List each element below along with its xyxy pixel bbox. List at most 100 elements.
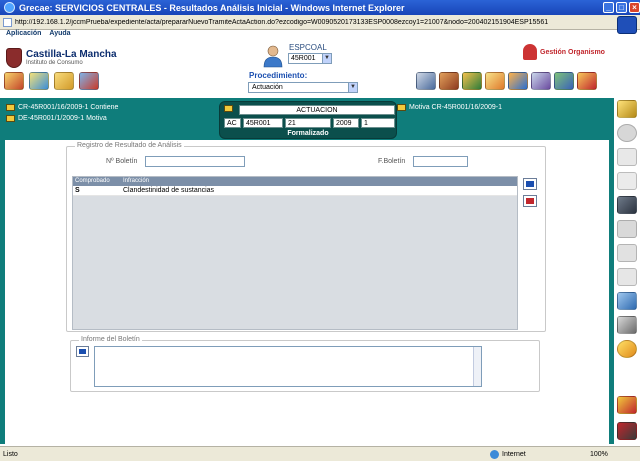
- gestion-organismo-label: Gestión Organismo: [540, 48, 605, 56]
- minimize-button[interactable]: _: [603, 2, 614, 13]
- folder-icon[interactable]: [54, 72, 74, 90]
- cell-infraccion: Clandestinidad de sustancias: [123, 187, 215, 194]
- edit-icon: [79, 349, 86, 354]
- espcoal-label: ESPCOAL: [289, 43, 327, 52]
- info-icon[interactable]: [617, 16, 637, 34]
- actuacion-code-cell: 45R001: [243, 118, 283, 128]
- context-contiene-text: CR-45R001/16/2009-1 Contiene: [18, 104, 119, 111]
- fecha-boletin-input[interactable]: [413, 156, 468, 167]
- globe-icon[interactable]: [508, 72, 528, 90]
- brand-name: Castilla-La Mancha: [26, 49, 117, 60]
- printer-text-icon[interactable]: [617, 316, 637, 334]
- zone-text: Internet: [502, 450, 526, 458]
- address-bar[interactable]: http://192.168.1.2/jccmPrueba/expediente…: [0, 15, 640, 30]
- globe-icon: [490, 449, 499, 459]
- folder-icon: [397, 104, 406, 111]
- note-icon[interactable]: [485, 72, 505, 90]
- back-icon[interactable]: [617, 124, 637, 142]
- status-text: Listo: [3, 450, 18, 458]
- sun-icon[interactable]: [617, 340, 637, 358]
- column-infraccion[interactable]: Infracción: [121, 177, 517, 186]
- new-document-icon[interactable]: [617, 148, 637, 166]
- save-icon[interactable]: [617, 196, 637, 214]
- add-row-button[interactable]: [523, 178, 537, 190]
- security-zone: Internet: [490, 449, 590, 459]
- organization-icon: [523, 44, 537, 60]
- gestion-organismo-link[interactable]: Gestión Organismo: [523, 44, 605, 60]
- close-window-button[interactable]: ×: [629, 2, 640, 13]
- menu-item-aplicacion[interactable]: Aplicación: [6, 30, 41, 40]
- ie-browser-icon: [4, 2, 15, 13]
- copy-icon[interactable]: [617, 172, 637, 190]
- actuacion-type-cell: AC: [224, 118, 241, 128]
- page-icon: [3, 17, 12, 27]
- procedimiento-selected-value: Actuación: [252, 84, 283, 91]
- remove-row-button[interactable]: [523, 195, 537, 207]
- documents-stack-icon[interactable]: [462, 72, 482, 90]
- app-menu-bar: Aplicación Ayuda: [0, 30, 640, 40]
- address-url[interactable]: http://192.168.1.2/jccmPrueba/expediente…: [15, 19, 548, 26]
- remove-row-icon: [526, 198, 534, 204]
- app-header: Castilla-La Mancha Instituto de Consumo …: [0, 40, 614, 98]
- actuacion-year-cell: 2009: [333, 118, 359, 128]
- tools-icon[interactable]: [554, 72, 574, 90]
- boletin-input[interactable]: [145, 156, 245, 167]
- infracciones-grid: Comprobado Infracción S Clandestinidad d…: [72, 176, 518, 330]
- toolbar-left: [4, 72, 99, 90]
- procedimiento-label: Procedimiento:: [249, 71, 308, 80]
- toolbar-right: [416, 72, 597, 90]
- brand-logo: Castilla-La Mancha Instituto de Consumo: [6, 48, 117, 68]
- context-line-motiva-right[interactable]: Motiva CR-45R001/16/2009-1: [397, 104, 502, 111]
- chevron-down-icon[interactable]: ▼: [322, 54, 331, 63]
- menu-item-ayuda[interactable]: Ayuda: [49, 30, 70, 40]
- exit-icon[interactable]: [617, 422, 637, 440]
- context-line-contiene[interactable]: CR-45R001/16/2009-1 Contiene: [6, 104, 118, 111]
- status-bar: Listo Internet 100%: [0, 446, 640, 461]
- actuacion-panel: ACTUACION AC 45R001 21 2009 1 Formalizad…: [219, 101, 397, 139]
- database-icon[interactable]: [79, 72, 99, 90]
- informe-textarea[interactable]: [94, 346, 482, 387]
- cut-icon[interactable]: [617, 220, 637, 238]
- actuacion-seq-cell: 1: [361, 118, 395, 128]
- print-icon[interactable]: [617, 244, 637, 262]
- edit-document-icon[interactable]: [4, 72, 24, 90]
- folder-person-icon[interactable]: [29, 72, 49, 90]
- brand-subtitle: Instituto de Consumo: [26, 60, 83, 66]
- chevron-down-icon[interactable]: ▼: [348, 83, 357, 92]
- espcoal-selected-value: 45R001: [291, 55, 316, 62]
- search-document-icon[interactable]: [531, 72, 551, 90]
- column-comprobado[interactable]: Comprobado: [73, 177, 121, 186]
- coat-of-arms-icon: [6, 48, 22, 68]
- textarea-scrollbar[interactable]: [473, 347, 481, 386]
- cell-comprobado: S: [75, 187, 80, 194]
- informe-edit-button[interactable]: [76, 346, 89, 357]
- boletin-label: Nº Boletín: [106, 158, 138, 165]
- bottle-icon[interactable]: [617, 292, 637, 310]
- add-row-icon: [526, 181, 534, 187]
- registro-legend: Registro de Resultado de Análisis: [75, 142, 184, 149]
- attach-icon[interactable]: [617, 268, 637, 286]
- delete-icon[interactable]: [617, 396, 637, 414]
- users-icon[interactable]: [577, 72, 597, 90]
- grid-header: Comprobado Infracción: [73, 177, 517, 186]
- right-toolbar: [614, 16, 640, 444]
- procedimiento-select[interactable]: Actuación ▼: [248, 82, 358, 93]
- zoom-level[interactable]: 100%: [590, 451, 640, 458]
- actuacion-title: ACTUACION: [239, 105, 395, 115]
- actuacion-number-cell: 21: [285, 118, 331, 128]
- context-line-motiva[interactable]: DE-45R001/1/2009-1 Motiva: [6, 115, 107, 122]
- fecha-boletin-label: F.Boletín: [378, 158, 406, 165]
- context-motiva-right-text: Motiva CR-45R001/16/2009-1: [409, 104, 502, 111]
- context-motiva-text: DE-45R001/1/2009-1 Motiva: [18, 115, 107, 122]
- actuacion-status: Formalizado: [287, 130, 329, 137]
- context-bar: CR-45R001/16/2009-1 Contiene DE-45R001/1…: [0, 98, 614, 140]
- table-row[interactable]: S Clandestinidad de sustancias: [73, 186, 517, 196]
- espcoal-select[interactable]: 45R001 ▼: [288, 53, 332, 64]
- laptop-icon[interactable]: [416, 72, 436, 90]
- search-icon[interactable]: [617, 100, 637, 118]
- window-title-bar[interactable]: Grecae: SERVICIOS CENTRALES - Resultados…: [0, 0, 640, 15]
- user-icon: [263, 45, 283, 68]
- maximize-button[interactable]: □: [616, 2, 627, 13]
- books-icon[interactable]: [439, 72, 459, 90]
- folder-icon: [6, 104, 15, 111]
